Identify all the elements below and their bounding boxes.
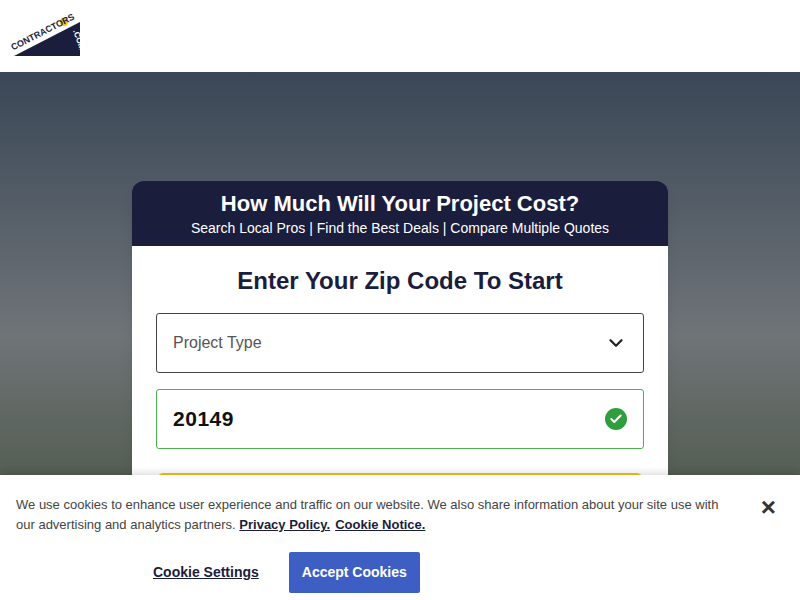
card-title: How Much Will Your Project Cost? (221, 190, 579, 218)
close-x-icon: × (761, 497, 776, 517)
close-button[interactable]: × (761, 497, 776, 517)
cookie-link[interactable]: Privacy Policy. (239, 517, 330, 532)
zip-code-field[interactable]: 20149 (156, 389, 644, 449)
cookie-settings-button[interactable]: Cookie Settings (153, 562, 259, 583)
header: CONTRACTORS.COM (0, 0, 800, 72)
zip-code-value: 20149 (173, 403, 234, 435)
cookie-text: We use cookies to enhance user experienc… (16, 495, 736, 535)
chevron-down-icon (605, 332, 627, 354)
check-icon (605, 408, 627, 430)
cookie-banner: We use cookies to enhance user experienc… (0, 475, 800, 600)
accept-cookies-button[interactable]: Accept Cookies (289, 552, 420, 593)
cookie-link[interactable]: Cookie Notice. (335, 517, 425, 532)
card-header: How Much Will Your Project Cost?Search L… (132, 181, 668, 246)
card-heading: Enter Your Zip Code To Start (156, 266, 644, 296)
card-subtitle: Search Local Pros | Find the Best Deals … (191, 218, 609, 238)
logo[interactable]: CONTRACTORS.COM (10, 14, 86, 58)
project-type-select[interactable]: Project Type (156, 313, 644, 373)
project-type-placeholder: Project Type (173, 331, 262, 355)
page: CONTRACTORS.COM How Much Will Your Projec… (0, 0, 800, 600)
